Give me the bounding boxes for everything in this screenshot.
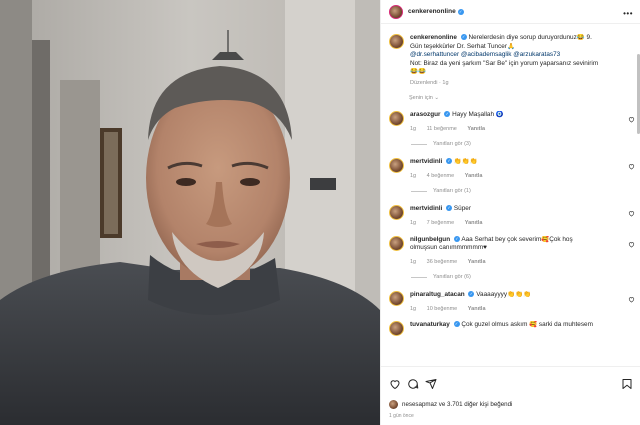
divider <box>411 190 427 192</box>
comments-scroll-area[interactable]: cenkerenonline ✓ Nerelerdesin diye sorup… <box>381 24 640 366</box>
more-icon[interactable]: ••• <box>623 9 633 18</box>
comment-filter-dropdown[interactable]: Şenin için ⌄ <box>381 87 640 101</box>
comment-item: nilgunbelgun ✓ Aaa Serhat bey çok severi… <box>381 236 640 265</box>
post-actions-bar <box>381 366 640 402</box>
comment-time: 1g <box>410 259 417 265</box>
post-header: cenkerenonline ✓ ••• <box>381 0 640 24</box>
verified-badge-icon: ✓ <box>446 158 453 165</box>
heart-icon[interactable] <box>389 378 401 390</box>
likes-text[interactable]: nesesapmaz ve 3.701 diğer kişi beğendi <box>402 401 512 408</box>
comment-avatar[interactable] <box>389 291 404 306</box>
comment-avatar[interactable] <box>389 236 404 251</box>
verified-badge-icon: ✓ <box>453 321 460 328</box>
like-comment-heart-icon[interactable] <box>628 210 635 217</box>
post-photo[interactable] <box>0 0 380 425</box>
edited-label: Düzenlendi · 1g <box>410 79 449 86</box>
comment-text: Süper <box>453 205 471 212</box>
comment-username[interactable]: arasozgur <box>410 111 441 118</box>
view-replies-label[interactable]: Yanıtları gör (6) <box>433 274 471 280</box>
comment-item: tuvanaturkay ✓ Çok guzel olmus askım 🥰 s… <box>381 321 640 336</box>
comment-time: 1g <box>410 126 417 132</box>
caption-text-1: Nerelerdesin diye sorup duruyordunuz😂 9. <box>468 34 592 41</box>
post-timestamp: 1 gün önce <box>389 413 414 419</box>
comment-text: Hayy Maşallah 🧿 <box>452 111 504 118</box>
divider <box>411 276 427 278</box>
comment-avatar[interactable] <box>389 205 404 220</box>
comment-text: 👏👏👏 <box>453 158 478 165</box>
caption-avatar[interactable] <box>389 34 404 49</box>
caption-tags[interactable]: @dr.serhattuncer @acibademsaglik @arzuka… <box>410 51 633 60</box>
comment-likes[interactable]: 7 beğenme <box>427 220 455 226</box>
comment-item: arasozgur ✓ Hayy Maşallah 🧿 1g 11 beğenm… <box>381 111 640 132</box>
verified-badge-icon: ✓ <box>468 291 475 298</box>
comment-username[interactable]: pinaraltug_atacan <box>410 291 465 298</box>
comment-avatar[interactable] <box>389 111 404 126</box>
comment-username[interactable]: mertvidinli <box>410 205 442 212</box>
caption-note-2: 😂😂 <box>410 68 426 75</box>
comment-likes[interactable]: 4 beğenme <box>427 173 455 179</box>
comment-likes[interactable]: 11 beğenme <box>427 126 457 132</box>
comment-item: mertvidinli ✓ 👏👏👏 1g 4 beğenme Yanıtla <box>381 158 640 179</box>
comment-item: mertvidinli ✓ Süper 1g 7 beğenme Yanıtla <box>381 205 640 226</box>
comment-avatar[interactable] <box>389 158 404 173</box>
comment-time: 1g <box>410 173 417 179</box>
view-replies-label[interactable]: Yanıtları gör (1) <box>433 188 471 194</box>
instagram-post-dialog: cenkerenonline ✓ ••• cenkerenonline ✓ Ne… <box>0 0 640 425</box>
post-sidebar: cenkerenonline ✓ ••• cenkerenonline ✓ Ne… <box>380 0 640 425</box>
verified-badge-icon: ✓ <box>453 236 460 243</box>
comment-text: Çok guzel olmus askım 🥰 sarki da muhtese… <box>461 321 593 328</box>
post-caption: cenkerenonline ✓ Nerelerdesin diye sorup… <box>381 24 640 87</box>
comment-text-continued: olmuşsun canımmmmmm♥ <box>410 244 487 251</box>
comment-icon[interactable] <box>407 378 419 390</box>
comment-time: 1g <box>410 220 417 226</box>
bookmark-icon[interactable] <box>621 378 633 390</box>
comment-text: Vaaaayyyy👏👏👏 <box>476 291 531 298</box>
verified-badge-icon: ✓ <box>444 111 451 118</box>
caption-username[interactable]: cenkerenonline <box>410 34 457 41</box>
like-comment-heart-icon[interactable] <box>628 163 635 170</box>
author-username[interactable]: cenkerenonline <box>408 8 456 15</box>
comment-likes[interactable]: 10 beğenme <box>427 306 458 312</box>
caption-note-1: Not: Biraz da yeni şarkım "Sar Be" için … <box>410 59 599 67</box>
liker-avatar <box>389 400 398 409</box>
caption-text-2: Gün teşekkürler Dr. Serhat Tuncer🙏 <box>410 42 515 50</box>
reply-button[interactable]: Yanıtla <box>468 306 486 312</box>
verified-badge-icon: ✓ <box>457 8 464 15</box>
like-comment-heart-icon[interactable] <box>628 116 635 123</box>
reply-button[interactable]: Yanıtla <box>465 220 483 226</box>
comment-likes[interactable]: 36 beğenme <box>427 259 458 265</box>
view-replies-label[interactable]: Yanıtları gör (3) <box>433 141 471 147</box>
comment-username[interactable]: tuvanaturkay <box>410 321 450 328</box>
comment-text: Aaa Serhat bey çok severim🥰Çok hoş <box>461 236 573 243</box>
likes-summary[interactable]: nesesapmaz ve 3.701 diğer kişi beğendi <box>389 400 512 409</box>
reply-button[interactable]: Yanıtla <box>467 126 485 132</box>
comment-username[interactable]: nilgunbelgun <box>410 236 450 243</box>
comment-username[interactable]: mertvidinli <box>410 158 442 165</box>
selfie-image <box>0 0 380 425</box>
reply-button[interactable]: Yanıtla <box>468 259 486 265</box>
like-comment-heart-icon[interactable] <box>628 241 635 248</box>
comment-item: pinaraltug_atacan ✓ Vaaaayyyy👏👏👏 1g 10 b… <box>381 291 640 312</box>
reply-button[interactable]: Yanıtla <box>465 173 483 179</box>
verified-badge-icon: ✓ <box>446 205 453 212</box>
comment-avatar[interactable] <box>389 321 404 336</box>
comment-time: 1g <box>410 306 417 312</box>
view-replies-button[interactable]: Yanıtları gör (3) <box>381 141 640 147</box>
like-comment-heart-icon[interactable] <box>628 296 635 303</box>
view-replies-button[interactable]: Yanıtları gör (6) <box>381 274 640 280</box>
view-replies-button[interactable]: Yanıtları gör (1) <box>381 188 640 194</box>
share-icon[interactable] <box>425 378 437 390</box>
author-avatar[interactable] <box>389 4 403 19</box>
verified-badge-icon: ✓ <box>460 34 467 41</box>
divider <box>411 143 427 145</box>
